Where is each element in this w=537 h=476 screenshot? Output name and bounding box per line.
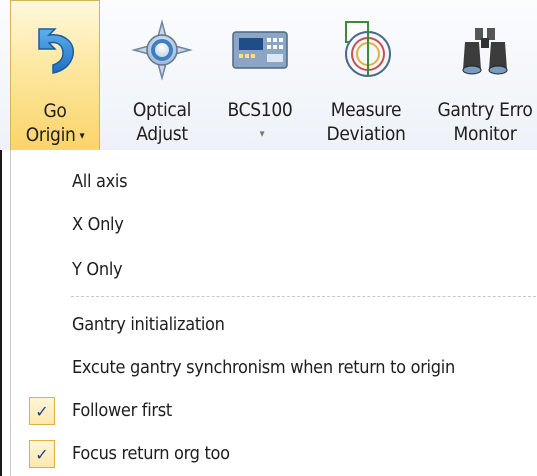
- optical-adjust-button[interactable]: Optical Adjust: [106, 0, 218, 150]
- checkmark-icon: ✓: [29, 440, 55, 468]
- undo-arrow-icon: [19, 15, 91, 87]
- menu-item-label: Y Only: [72, 259, 123, 280]
- menu-item-label: Gantry initialization: [72, 314, 225, 335]
- go-origin-button[interactable]: Go Origin ▾: [10, 0, 100, 150]
- ribbon-toolbar: Go Origin ▾ Optical Adjust BCS100 ▾ Meas…: [0, 0, 537, 150]
- bcs100-label: BCS100 ▾: [227, 98, 292, 146]
- go-origin-dropdown-menu: All axis X Only Y Only Gantry initializa…: [10, 150, 537, 476]
- menu-item-x-only[interactable]: X Only: [11, 205, 537, 245]
- menu-item-label: Excute gantry synchronism when return to…: [72, 357, 455, 378]
- go-origin-label: Go Origin ▾: [25, 100, 85, 146]
- controller-panel-icon: [224, 14, 296, 86]
- measure-deviation-label: Measure Deviation: [326, 99, 406, 145]
- menu-item-all-axis[interactable]: All axis: [11, 162, 537, 202]
- menu-item-label: Focus return org too: [72, 443, 230, 464]
- gantry-error-monitor-button[interactable]: Gantry Erro Monitor: [420, 0, 537, 150]
- menu-separator: [71, 296, 537, 297]
- measure-circle-icon: [330, 14, 402, 86]
- compass-icon: [126, 14, 198, 86]
- optical-adjust-label: Optical Adjust: [132, 99, 192, 145]
- measure-deviation-button[interactable]: Measure Deviation: [308, 0, 424, 150]
- menu-item-gantry-initialization[interactable]: Gantry initialization: [11, 305, 537, 345]
- menu-item-follower-first[interactable]: ✓ Follower first: [11, 391, 537, 431]
- menu-item-label: X Only: [72, 214, 124, 235]
- chevron-down-icon: ▾: [79, 128, 85, 142]
- bcs100-button[interactable]: BCS100 ▾: [212, 0, 308, 150]
- menu-item-label: Follower first: [72, 400, 172, 421]
- chevron-down-icon: ▾: [259, 127, 265, 140]
- menu-item-y-only[interactable]: Y Only: [11, 250, 537, 290]
- gantry-error-monitor-label: Gantry Erro Monitor: [437, 99, 533, 145]
- binoculars-icon: [449, 14, 521, 86]
- menu-item-excute-gantry-synchronism[interactable]: Excute gantry synchronism when return to…: [11, 348, 537, 388]
- menu-item-focus-return-org-too[interactable]: ✓ Focus return org too: [11, 434, 537, 474]
- window-edge: [0, 150, 2, 476]
- menu-item-label: All axis: [72, 171, 128, 192]
- checkmark-icon: ✓: [29, 397, 55, 425]
